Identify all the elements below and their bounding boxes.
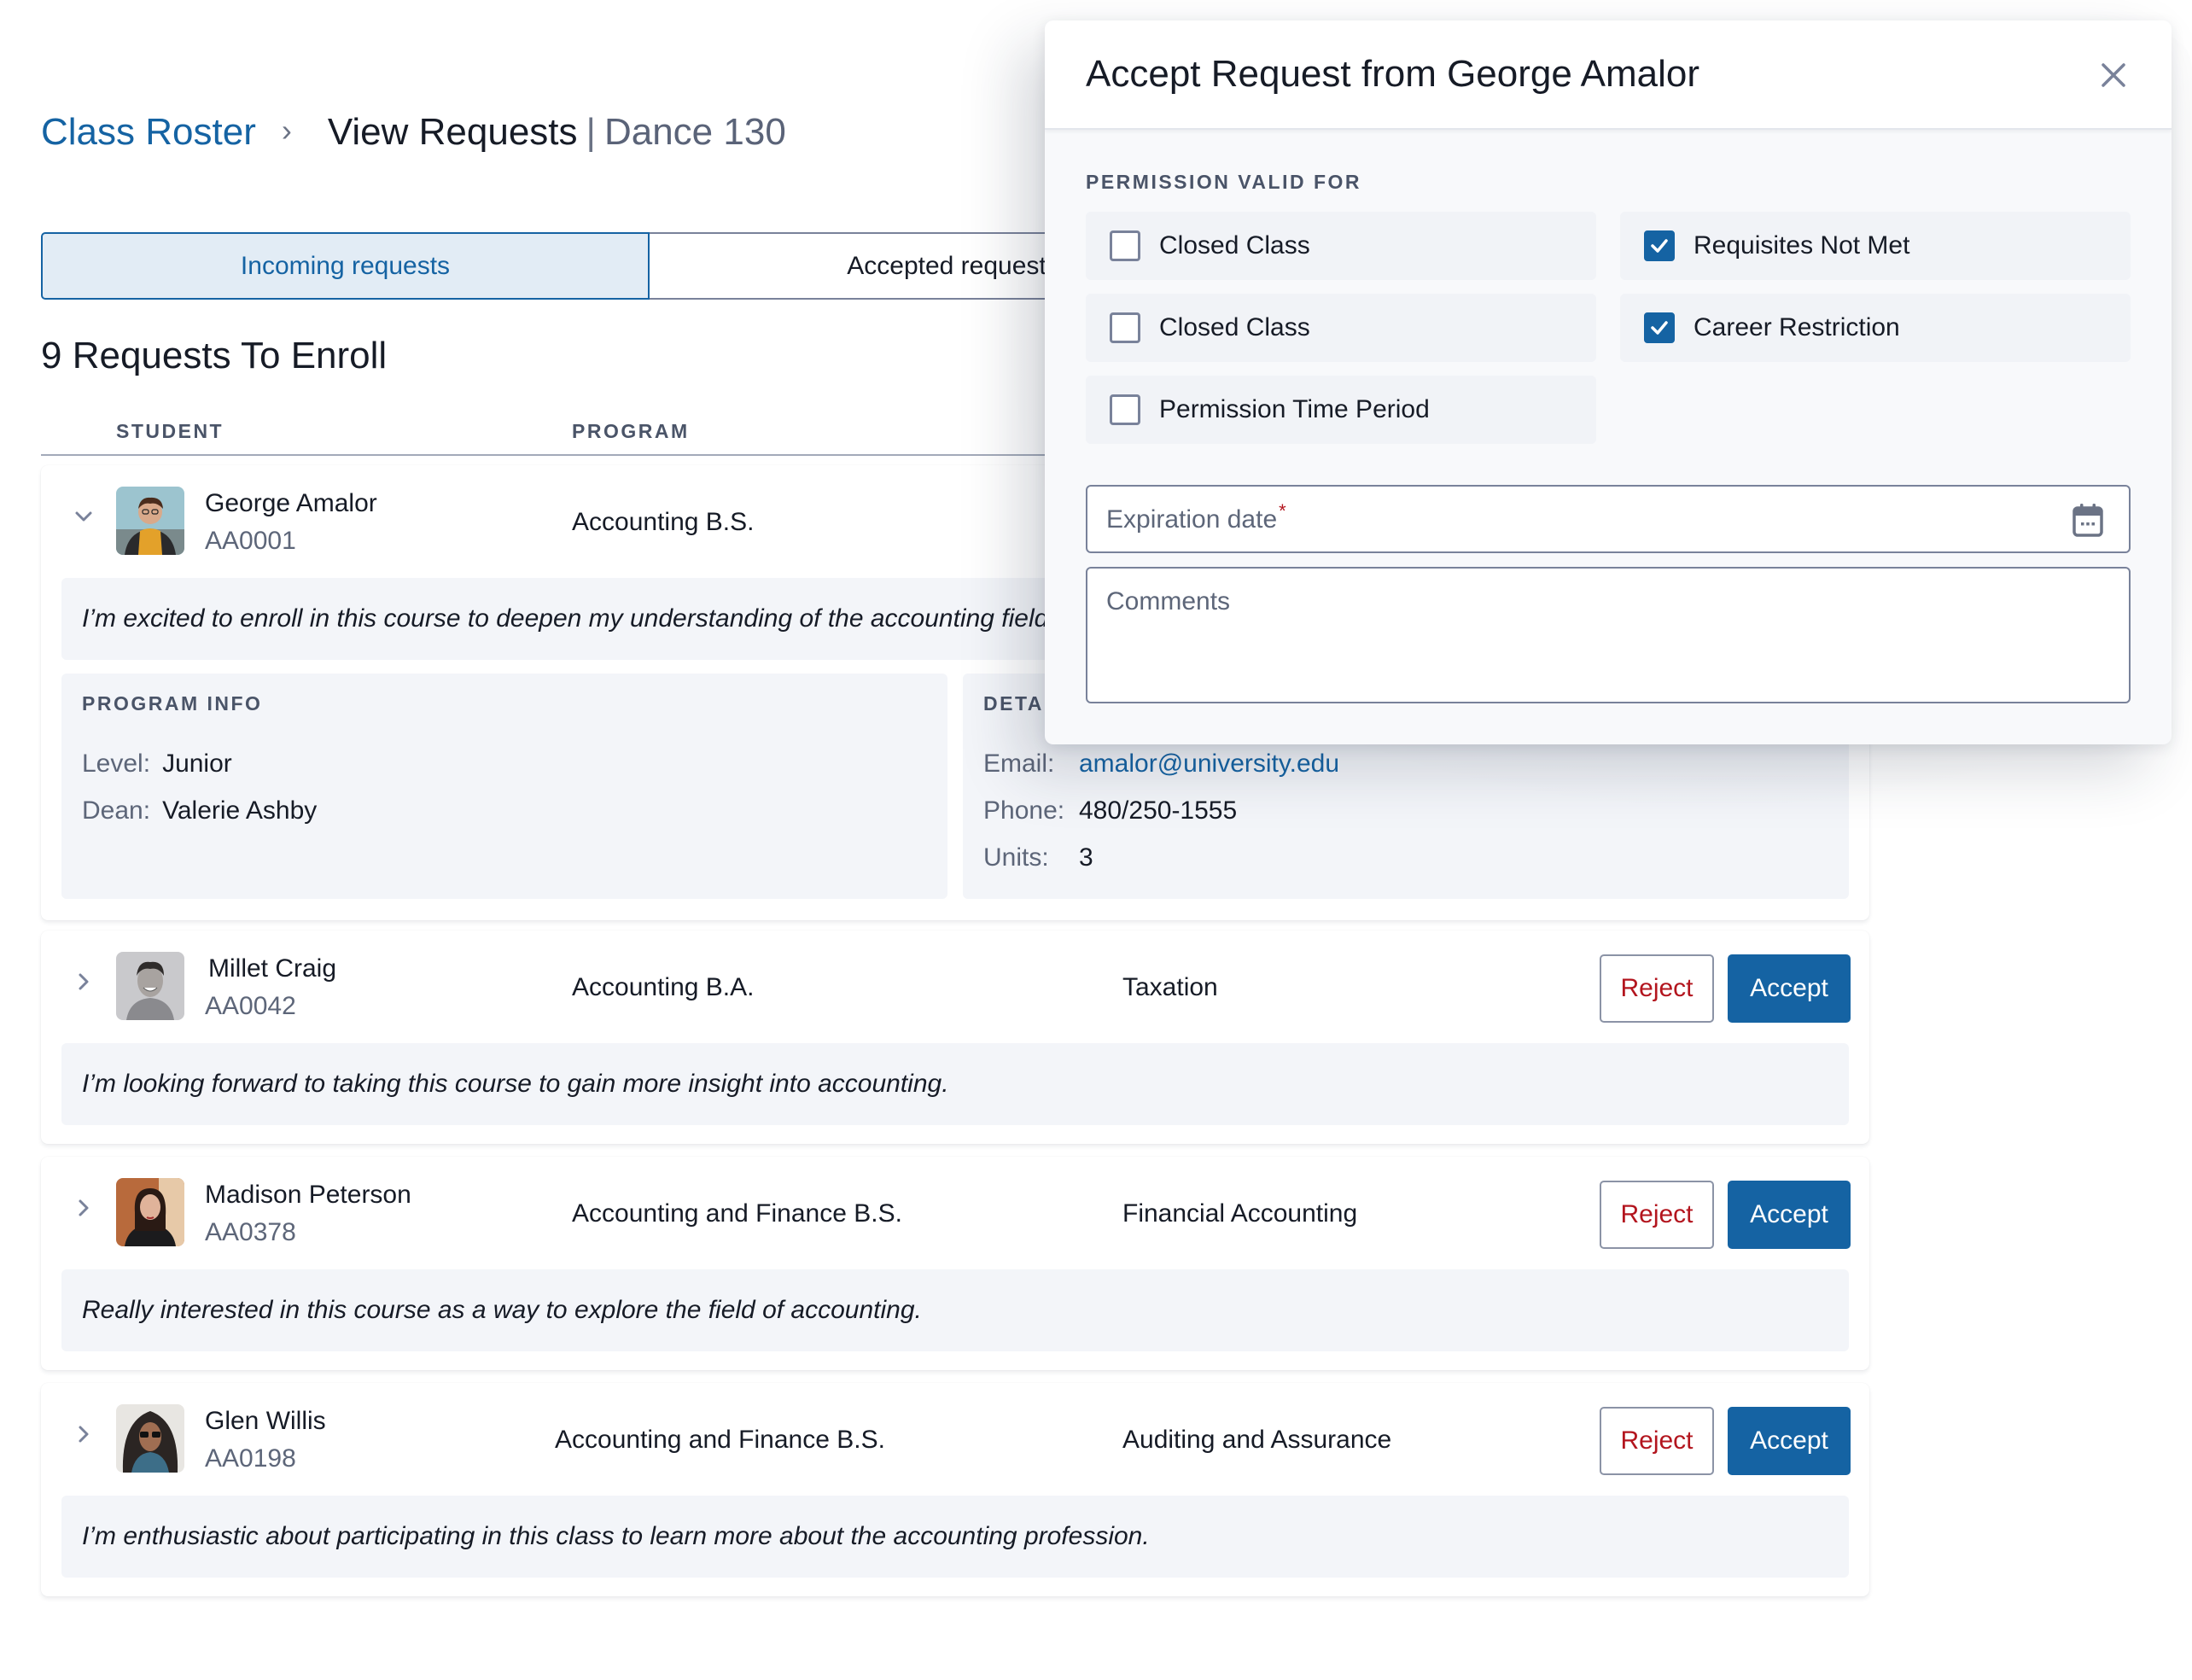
permission-label: Closed Class xyxy=(1159,313,1310,341)
avatar xyxy=(116,1404,184,1473)
student-id: AA0001 xyxy=(205,527,296,555)
dialog-title: Accept Request from George Amalor xyxy=(1086,53,1699,95)
expiration-date-placeholder: Expiration date* xyxy=(1106,500,1286,534)
student-name: Madison Peterson xyxy=(205,1181,411,1209)
program-info-panel: PROGRAM INFO Level: Junior Dean: Valerie A… xyxy=(61,674,947,899)
reject-button[interactable]: Reject xyxy=(1600,1181,1714,1249)
permission-closed-class-2[interactable]: Closed Class xyxy=(1086,294,1596,362)
expiration-date-input[interactable]: Expiration date* xyxy=(1086,485,2131,553)
checkbox[interactable] xyxy=(1110,394,1140,425)
permission-closed-class-1[interactable]: Closed Class xyxy=(1086,212,1596,280)
student-name: Millet Craig xyxy=(208,954,337,983)
column-header-student: STUDENT xyxy=(116,420,224,442)
chevron-right-icon[interactable] xyxy=(72,970,96,994)
avatar xyxy=(116,952,184,1020)
accept-request-dialog: Accept Request from George Amalor PERMIS… xyxy=(1045,20,2172,744)
permission-career-restriction[interactable]: Career Restriction xyxy=(1620,294,2131,362)
reject-button[interactable]: Reject xyxy=(1600,1407,1714,1475)
dean-value: Valerie Ashby xyxy=(162,796,318,825)
request-message: Really interested in this course as a wa… xyxy=(61,1269,1849,1351)
request-message: I’m enthusiastic about participating in … xyxy=(61,1496,1849,1578)
accept-button[interactable]: Accept xyxy=(1728,1181,1851,1249)
accept-button[interactable]: Accept xyxy=(1728,1407,1851,1475)
student-id: AA0378 xyxy=(205,1218,296,1246)
student-id: AA0042 xyxy=(205,992,296,1020)
dean-label: Dean: xyxy=(82,796,151,825)
page-title: View Requests xyxy=(327,111,578,153)
course-name: Dance 130 xyxy=(603,111,786,153)
student-program: Accounting B.S. xyxy=(572,508,755,536)
request-row: Millet Craig AA0042 Accounting B.A. Taxa… xyxy=(41,930,1869,1144)
reject-button[interactable]: Reject xyxy=(1600,954,1714,1023)
breadcrumb: Class Roster › View Requests | Dance 130 xyxy=(41,111,786,154)
breadcrumb-class-roster-link[interactable]: Class Roster xyxy=(41,111,256,154)
checkbox[interactable] xyxy=(1644,312,1675,343)
checkmark-icon xyxy=(1651,321,1668,335)
student-program: Accounting and Finance B.S. xyxy=(555,1426,885,1454)
units-value: 3 xyxy=(1079,843,1093,872)
student-name: George Amalor xyxy=(205,489,377,517)
permission-options: Closed Class Requisites Not Met Closed C… xyxy=(1086,212,2131,444)
request-row: Glen Willis AA0198 Accounting and Financ… xyxy=(41,1383,1869,1596)
chevron-down-icon[interactable] xyxy=(72,505,96,528)
program-info-title: PROGRAM INFO xyxy=(82,692,263,715)
comments-placeholder: Comments xyxy=(1106,587,1231,615)
required-marker: * xyxy=(1279,500,1286,522)
permission-requisites-not-met[interactable]: Requisites Not Met xyxy=(1620,212,2131,280)
course-title: Taxation xyxy=(1122,973,1218,1001)
course-title: Auditing and Assurance xyxy=(1122,1426,1392,1454)
close-icon[interactable] xyxy=(2096,58,2131,92)
chevron-right-icon[interactable] xyxy=(72,1422,96,1446)
permission-label: Requisites Not Met xyxy=(1694,231,1910,260)
avatar xyxy=(116,1178,184,1246)
dialog-header: Accept Request from George Amalor xyxy=(1045,20,2172,130)
permission-label: Career Restriction xyxy=(1694,313,1900,341)
requests-count-heading: 9 Requests To Enroll xyxy=(41,335,388,376)
level-label: Level: xyxy=(82,750,151,778)
checkbox[interactable] xyxy=(1110,312,1140,343)
level-value: Junior xyxy=(162,750,232,778)
permission-label: Closed Class xyxy=(1159,231,1310,260)
checkbox[interactable] xyxy=(1644,230,1675,261)
comments-textarea[interactable]: Comments xyxy=(1086,567,2131,703)
avatar xyxy=(116,487,184,555)
course-title: Financial Accounting xyxy=(1122,1199,1358,1228)
title-divider: | xyxy=(586,111,596,153)
column-header-program: PROGRAM xyxy=(572,420,690,442)
chevron-right-icon[interactable] xyxy=(72,1196,96,1220)
student-program: Accounting and Finance B.S. xyxy=(572,1199,902,1228)
permission-valid-for-label: PERMISSION VALID FOR xyxy=(1086,171,1362,193)
request-row: Madison Peterson AA0378 Accounting and F… xyxy=(41,1157,1869,1370)
chevron-right-icon: › xyxy=(281,113,292,148)
student-id: AA0198 xyxy=(205,1444,296,1473)
tab-incoming-requests[interactable]: Incoming requests xyxy=(41,232,650,300)
student-name: Glen Willis xyxy=(205,1407,326,1435)
units-label: Units: xyxy=(983,843,1049,872)
request-message: I’m looking forward to taking this cours… xyxy=(61,1043,1849,1125)
permission-label: Permission Time Period xyxy=(1159,395,1430,423)
student-program: Accounting B.A. xyxy=(572,973,755,1001)
accept-button[interactable]: Accept xyxy=(1728,954,1851,1023)
checkmark-icon xyxy=(1651,239,1668,253)
calendar-icon[interactable] xyxy=(2071,502,2105,538)
checkbox[interactable] xyxy=(1110,230,1140,261)
permission-time-period[interactable]: Permission Time Period xyxy=(1086,376,1596,444)
